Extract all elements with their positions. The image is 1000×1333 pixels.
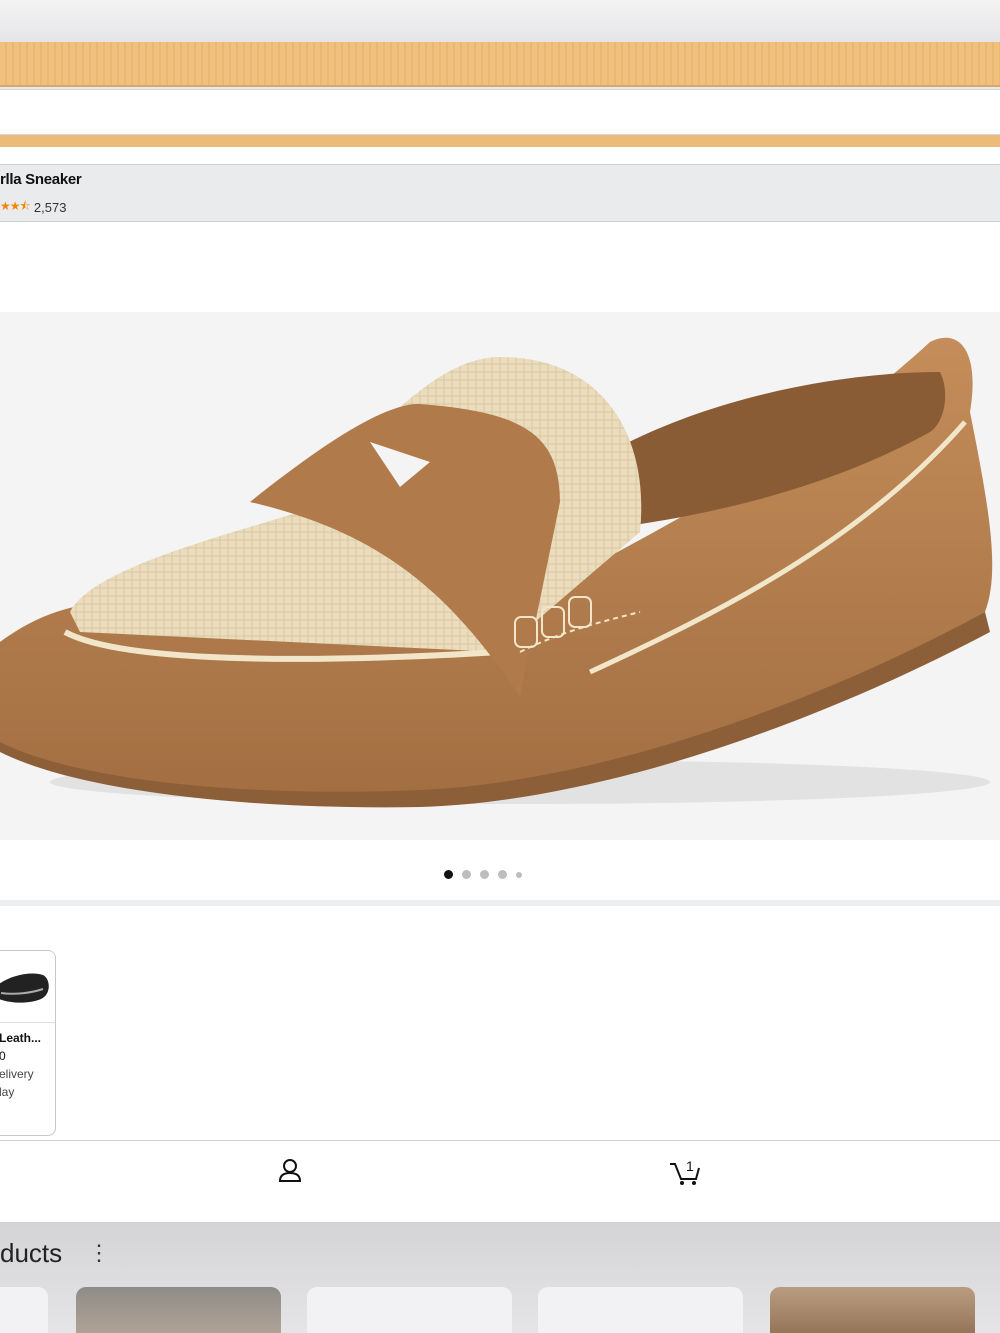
rating-row[interactable]: ★★⯪ 2,573 — [0, 197, 66, 218]
header-accent-band — [0, 42, 1000, 87]
cart-count-badge: 1 — [686, 1158, 694, 1174]
pager-dot[interactable] — [480, 870, 489, 879]
pager-dot[interactable] — [462, 870, 471, 879]
related-product-title[interactable]: Leath... — [0, 1029, 55, 1047]
product-image-gallery[interactable] — [0, 312, 1000, 840]
product-header[interactable]: rlla Sneaker ★★⯪ 2,573 — [0, 164, 1000, 222]
panel-product-tile[interactable] — [770, 1287, 975, 1333]
product-title[interactable]: rlla Sneaker — [0, 171, 82, 188]
related-products: Leath... 0 elivery lay — [0, 906, 1000, 1140]
panel-title: ducts — [0, 1238, 63, 1268]
related-product-price: 0 — [0, 1047, 55, 1065]
image-pager[interactable] — [444, 870, 522, 879]
related-product-delivery: elivery — [0, 1067, 34, 1081]
search-bar[interactable] — [0, 89, 1000, 135]
rating-count[interactable]: 2,573 — [34, 200, 67, 215]
panel-product-tile[interactable] — [0, 1287, 48, 1333]
related-product-card[interactable]: Leath... 0 elivery lay — [0, 950, 56, 1136]
pager-dot[interactable] — [498, 870, 507, 879]
star-rating-icon: ★★⯪ — [0, 199, 31, 213]
pager-dot[interactable] — [444, 870, 453, 879]
cart-icon[interactable]: 1 — [668, 1155, 702, 1187]
app-screen: rlla Sneaker ★★⯪ 2,573 Leath... elivery … — [0, 0, 1000, 1333]
panel-product-tile[interactable] — [307, 1287, 512, 1333]
related-product-thumbnail[interactable] — [0, 951, 55, 1023]
account-icon[interactable] — [274, 1155, 306, 1187]
panel-product-tile[interactable] — [76, 1287, 281, 1333]
status-strip — [0, 0, 1000, 42]
panel-product-tile[interactable] — [538, 1287, 743, 1333]
product-image — [0, 337, 993, 808]
related-product-delivery-day: lay — [0, 1085, 15, 1099]
bottom-navigation: 1 — [0, 1140, 1000, 1222]
more-options-icon[interactable]: ⋮ — [88, 1242, 110, 1264]
search-input[interactable] — [0, 90, 1000, 134]
header-gap — [0, 147, 1000, 164]
header-accent-strip — [0, 135, 1000, 147]
pager-dot[interactable] — [516, 871, 522, 878]
related-products-panel: ducts ⋮ — [0, 1222, 1000, 1333]
